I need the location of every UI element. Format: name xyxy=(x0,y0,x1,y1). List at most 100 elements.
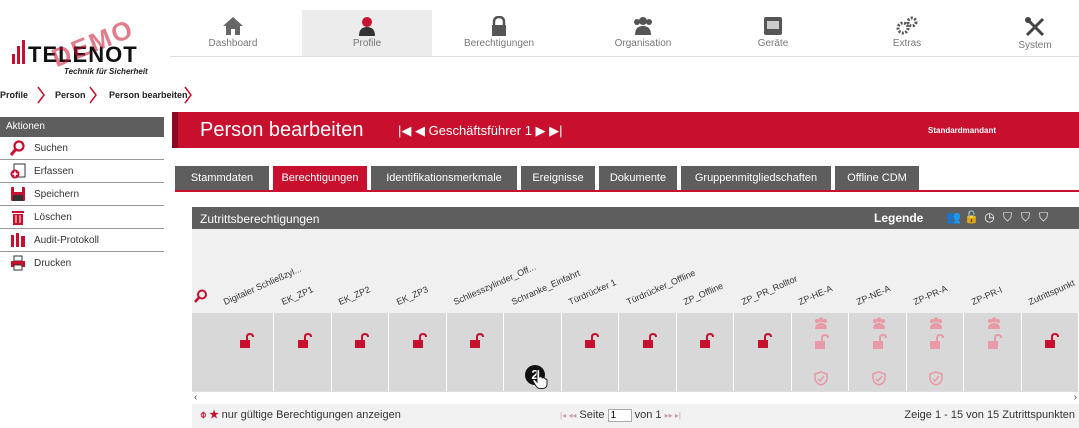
tab-ereignisse[interactable]: Ereignisse xyxy=(521,166,595,190)
permission-cell[interactable] xyxy=(448,313,504,391)
save-icon xyxy=(11,187,25,201)
sidebar-item-label: Speichern xyxy=(34,189,80,200)
column-header: EK_ZP2 xyxy=(336,284,372,307)
permission-cell[interactable] xyxy=(218,313,274,391)
legend-shield-icon: ⛉ xyxy=(1020,210,1030,224)
nav-organisation[interactable]: Organisation xyxy=(578,10,708,56)
logo-tagline: Technik für Sicherheit xyxy=(64,67,148,76)
unlock-icon xyxy=(296,332,312,352)
logo-bars-icon xyxy=(12,40,26,64)
permission-cell[interactable] xyxy=(563,313,619,391)
nav-label: Organisation xyxy=(614,38,672,49)
breadcrumb-item-current[interactable]: Person bearbeiten xyxy=(109,90,188,100)
permission-cell[interactable] xyxy=(391,313,447,391)
breadcrumb-item-profile[interactable]: Profile xyxy=(0,90,28,100)
nav-system[interactable]: System xyxy=(970,10,1079,56)
group-permission-icon xyxy=(986,317,1002,332)
column-header: ZP-PR-A xyxy=(911,283,949,307)
nav-extras[interactable]: Extras xyxy=(842,10,972,56)
horizontal-scrollbar[interactable]: ‹ › xyxy=(192,391,1079,403)
sidebar-item-drucken[interactable]: Drucken xyxy=(0,252,164,275)
permission-cell[interactable] xyxy=(793,313,849,391)
unlock-icon xyxy=(698,332,714,352)
shield-check-icon xyxy=(814,371,828,389)
first-page-icon[interactable]: |◂ ◂◂ xyxy=(560,411,576,420)
nav-profile[interactable]: Profile xyxy=(302,10,432,56)
shield-check-icon xyxy=(929,371,943,389)
unlock-icon xyxy=(641,332,657,352)
record-navigator[interactable]: |◀ ◀ Geschäftsführer 1 ▶ ▶| xyxy=(398,123,563,139)
column-header: EK_ZP1 xyxy=(279,284,315,307)
nav-berechtigungen[interactable]: Berechtigungen xyxy=(434,10,564,56)
nav-label: Dashboard xyxy=(208,38,258,49)
nav-label: Geräte xyxy=(757,38,789,49)
breadcrumb-item-person[interactable]: Person xyxy=(55,90,86,100)
scroll-left-icon[interactable]: ‹ xyxy=(194,392,197,403)
group-icon xyxy=(634,17,652,35)
permission-cell[interactable] xyxy=(1023,313,1079,391)
legend-shield-alt-icon: ⛉ xyxy=(1038,210,1048,224)
nav-geraete[interactable]: Geräte xyxy=(708,10,838,56)
permission-cell[interactable] xyxy=(851,313,907,391)
filter-toggle-icon[interactable]: ⌽ ★ xyxy=(200,409,219,421)
legend-shield-check-icon: ⛉ xyxy=(1002,210,1012,224)
column-header: EK_ZP3 xyxy=(394,284,430,307)
gears-icon xyxy=(896,16,918,35)
sidebar-item-speichern[interactable]: Speichern xyxy=(0,183,164,206)
group-permission-icon xyxy=(871,317,887,332)
scroll-right-icon[interactable]: › xyxy=(1074,392,1077,403)
unlock-icon xyxy=(353,332,369,352)
permission-grid xyxy=(192,313,1079,391)
unlock-icon xyxy=(468,332,484,352)
group-permission-icon xyxy=(928,317,944,332)
legend-label[interactable]: Legende xyxy=(874,211,923,225)
hand-cursor-icon xyxy=(532,369,548,389)
header-accent xyxy=(172,112,178,148)
column-header: Zutrittspunkt xyxy=(1026,277,1077,307)
record-nav-label: ◀ Geschäftsführer 1 ▶ xyxy=(415,123,546,138)
result-summary: Zeige 1 - 15 von 15 Zutrittspunkten xyxy=(904,409,1075,421)
inherited-lock-icon xyxy=(986,333,1002,353)
last-record-icon[interactable]: ▶| xyxy=(549,123,562,138)
home-icon xyxy=(223,17,243,35)
column-header: ZP-PR-I xyxy=(969,284,1004,307)
nav-dashboard[interactable]: Dashboard xyxy=(168,10,298,56)
sidebar-item-label: Löschen xyxy=(34,212,72,223)
chevron-right-icon xyxy=(184,86,192,104)
print-icon xyxy=(11,255,25,271)
sidebar-item-loeschen[interactable]: Löschen xyxy=(0,206,164,229)
last-page-icon[interactable]: ▸▸ ▸| xyxy=(665,411,681,420)
tab-gruppenmitgliedschaften[interactable]: Gruppenmitgliedschaften xyxy=(681,166,831,190)
tab-stammdaten[interactable]: Stammdaten xyxy=(175,166,269,190)
zutritt-title: Zutrittsberechtigungen xyxy=(200,212,320,226)
sidebar-title: Aktionen xyxy=(0,117,164,137)
search-icon xyxy=(10,140,25,156)
unlock-icon xyxy=(238,332,254,352)
sidebar-item-suchen[interactable]: Suchen xyxy=(0,137,164,160)
first-record-icon[interactable]: |◀ xyxy=(398,123,411,138)
permission-cell[interactable] xyxy=(621,313,677,391)
filter-search-icon[interactable] xyxy=(194,289,208,303)
telenot-logo: TELENOT Technik für Sicherheit DEMO xyxy=(10,13,160,84)
valid-filter[interactable]: ⌽ ★ nur gültige Berechtigungen anzeigen xyxy=(200,409,401,422)
permission-cell[interactable] xyxy=(966,313,1022,391)
nav-label: Berechtigungen xyxy=(463,38,535,49)
top-navigation: TELENOT Technik für Sicherheit DEMO Dash… xyxy=(0,0,1079,104)
column-header: ZP_Offline xyxy=(681,280,725,307)
device-icon xyxy=(764,17,782,35)
page-input[interactable] xyxy=(607,409,632,422)
tab-offline-cdm[interactable]: Offline CDM xyxy=(835,166,919,190)
sidebar-item-audit[interactable]: Audit-Protokoll xyxy=(0,229,164,252)
permission-cell[interactable] xyxy=(333,313,389,391)
permission-cell[interactable] xyxy=(276,313,332,391)
tab-berechtigungen[interactable]: Berechtigungen xyxy=(273,166,367,190)
permission-cell[interactable] xyxy=(908,313,964,391)
shield-check-icon xyxy=(871,371,886,389)
permission-cell[interactable] xyxy=(736,313,792,391)
permission-cell[interactable] xyxy=(678,313,734,391)
tab-dokumente[interactable]: Dokumente xyxy=(599,166,677,190)
unlock-icon xyxy=(1043,332,1059,352)
sidebar-item-label: Audit-Protokoll xyxy=(34,235,100,246)
tab-identifikationsmerkmale[interactable]: Identifikationsmerkmale xyxy=(371,166,517,190)
sidebar-item-erfassen[interactable]: Erfassen xyxy=(0,160,164,183)
